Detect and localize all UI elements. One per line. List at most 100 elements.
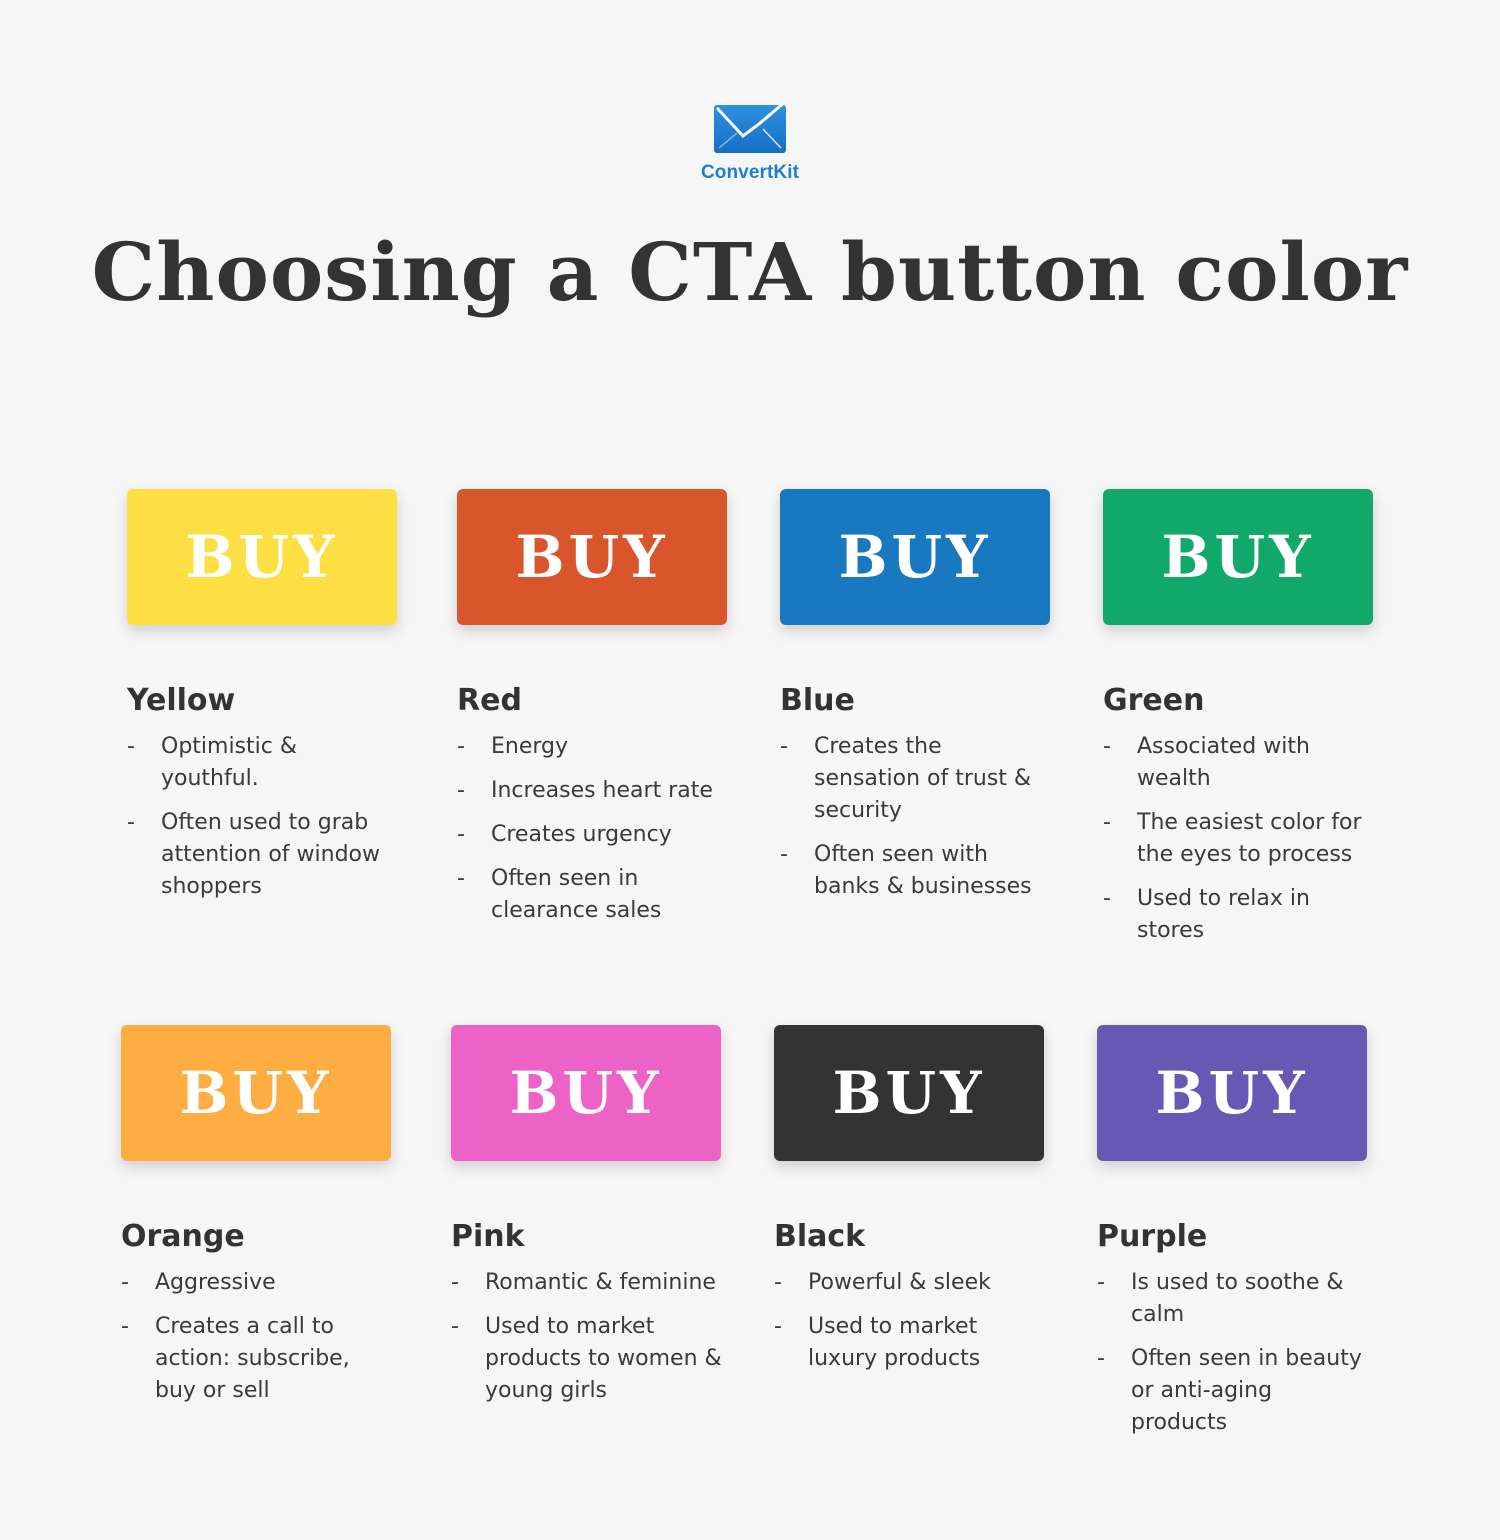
color-name: Black <box>774 1219 866 1254</box>
trait-text: Increases heart rate <box>491 778 713 803</box>
buy-button-label: BUY <box>832 1059 986 1127</box>
trait-text: Used to market products to women & young… <box>485 1314 722 1403</box>
bullet-dash: - <box>457 822 465 847</box>
trait-text: Romantic & feminine <box>485 1270 716 1295</box>
bullet-dash: - <box>457 778 465 803</box>
color-card-purple: BUY Purple - Is used to soothe & calm - Of… <box>1097 1025 1397 1451</box>
trait-item: - Romantic & feminine <box>451 1267 725 1299</box>
bullet-dash: - <box>1103 810 1111 835</box>
bullet-dash: - <box>1097 1346 1105 1371</box>
trait-text: Creates the sensation of trust & securit… <box>814 734 1032 823</box>
trait-item: - Often seen in beauty or anti-aging prod… <box>1097 1343 1371 1439</box>
buy-button-black[interactable]: BUY <box>774 1025 1044 1161</box>
trait-item: - Aggressive <box>121 1267 395 1299</box>
trait-text: Is used to soothe & calm <box>1131 1270 1344 1327</box>
color-card-black: BUY Black - Powerful & sleek - Used to mar… <box>774 1025 1074 1387</box>
buy-button-label: BUY <box>1161 523 1315 591</box>
color-name: Blue <box>780 683 855 718</box>
color-card-pink: BUY Pink - Romantic & feminine - Used to m… <box>451 1025 751 1419</box>
trait-text: Powerful & sleek <box>808 1270 991 1295</box>
color-name: Pink <box>451 1219 525 1254</box>
color-name: Green <box>1103 683 1205 718</box>
color-name: Yellow <box>127 683 236 718</box>
bullet-dash: - <box>774 1270 782 1295</box>
trait-item: - The easiest color for the eyes to proce… <box>1103 807 1377 871</box>
trait-text: Used to market luxury products <box>808 1314 981 1371</box>
trait-item: - Creates a call to action: subscribe, bu… <box>121 1311 395 1407</box>
bullet-dash: - <box>121 1270 129 1295</box>
buy-button-label: BUY <box>515 523 669 591</box>
bullet-dash: - <box>780 734 788 759</box>
trait-list: - Energy - Increases heart rate - Creates u… <box>457 731 757 927</box>
trait-list: - Is used to soothe & calm - Often seen in… <box>1097 1267 1397 1439</box>
buy-button-yellow[interactable]: BUY <box>127 489 397 625</box>
color-card-green: BUY Green - Associated with wealth - The e… <box>1103 489 1403 959</box>
trait-text: Used to relax in stores <box>1137 886 1310 943</box>
trait-item: - Powerful & sleek <box>774 1267 1048 1299</box>
trait-item: - Is used to soothe & calm <box>1097 1267 1371 1331</box>
color-card-red: BUY Red - Energy - Increases heart rate - C… <box>457 489 757 939</box>
color-name: Red <box>457 683 522 718</box>
buy-button-orange[interactable]: BUY <box>121 1025 391 1161</box>
trait-text: Often seen in beauty or anti-aging produ… <box>1131 1346 1362 1435</box>
bullet-dash: - <box>457 734 465 759</box>
bullet-dash: - <box>127 810 135 835</box>
buy-button-label: BUY <box>838 523 992 591</box>
buy-button-label: BUY <box>1155 1059 1309 1127</box>
bullet-dash: - <box>451 1270 459 1295</box>
trait-text: Often used to grab attention of window s… <box>161 810 381 899</box>
trait-item: - Often seen with banks & businesses <box>780 839 1054 903</box>
bullet-dash: - <box>457 866 465 891</box>
trait-list: - Powerful & sleek - Used to market luxury… <box>774 1267 1074 1375</box>
buy-button-label: BUY <box>185 523 339 591</box>
color-card-orange: BUY Orange - Aggressive - Creates a call t… <box>121 1025 421 1419</box>
trait-text: Often seen with banks & businesses <box>814 842 1032 899</box>
buy-button-blue[interactable]: BUY <box>780 489 1050 625</box>
bullet-dash: - <box>127 734 135 759</box>
trait-item: - Used to market luxury products <box>774 1311 1048 1375</box>
trait-item: - Often used to grab attention of window … <box>127 807 401 903</box>
bullet-dash: - <box>774 1314 782 1339</box>
color-card-blue: BUY Blue - Creates the sensation of trust… <box>780 489 1080 915</box>
brand-name: ConvertKit <box>700 162 800 183</box>
trait-item: - Associated with wealth <box>1103 731 1377 795</box>
trait-list: - Creates the sensation of trust & securi… <box>780 731 1080 903</box>
trait-text: Optimistic & youthful. <box>161 734 298 791</box>
trait-item: - Optimistic & youthful. <box>127 731 401 795</box>
bullet-dash: - <box>1097 1270 1105 1295</box>
bullet-dash: - <box>1103 886 1111 911</box>
trait-item: - Increases heart rate <box>457 775 731 807</box>
color-name: Purple <box>1097 1219 1208 1254</box>
buy-button-purple[interactable]: BUY <box>1097 1025 1367 1161</box>
page-title: Choosing a CTA button color <box>91 225 1409 319</box>
trait-item: - Creates urgency <box>457 819 731 851</box>
bullet-dash: - <box>780 842 788 867</box>
trait-text: Creates a call to action: subscribe, buy… <box>155 1314 350 1403</box>
envelope-icon <box>714 104 786 153</box>
bullet-dash: - <box>451 1314 459 1339</box>
trait-text: Aggressive <box>155 1270 276 1295</box>
trait-list: - Aggressive - Creates a call to action: s… <box>121 1267 421 1407</box>
trait-text: Energy <box>491 734 569 759</box>
buy-button-label: BUY <box>179 1059 333 1127</box>
buy-button-pink[interactable]: BUY <box>451 1025 721 1161</box>
trait-list: - Romantic & feminine - Used to market pro… <box>451 1267 751 1407</box>
trait-text: Creates urgency <box>491 822 672 847</box>
trait-text: Often seen in clearance sales <box>491 866 662 923</box>
trait-item: - Used to market products to women & youn… <box>451 1311 725 1407</box>
convertkit-logo: ConvertKit <box>0 104 1500 184</box>
color-card-yellow: BUY Yellow - Optimistic & youthful. - Ofte… <box>127 489 427 915</box>
trait-list: - Associated with wealth - The easiest col… <box>1103 731 1403 947</box>
buy-button-label: BUY <box>509 1059 663 1127</box>
trait-item: - Energy <box>457 731 731 763</box>
bullet-dash: - <box>1103 734 1111 759</box>
trait-item: - Often seen in clearance sales <box>457 863 731 927</box>
trait-item: - Creates the sensation of trust & securi… <box>780 731 1054 827</box>
color-name: Orange <box>121 1219 245 1254</box>
bullet-dash: - <box>121 1314 129 1339</box>
trait-text: Associated with wealth <box>1137 734 1310 791</box>
buy-button-green[interactable]: BUY <box>1103 489 1373 625</box>
trait-text: The easiest color for the eyes to proces… <box>1137 810 1362 867</box>
buy-button-red[interactable]: BUY <box>457 489 727 625</box>
trait-list: - Optimistic & youthful. - Often used to g… <box>127 731 427 903</box>
